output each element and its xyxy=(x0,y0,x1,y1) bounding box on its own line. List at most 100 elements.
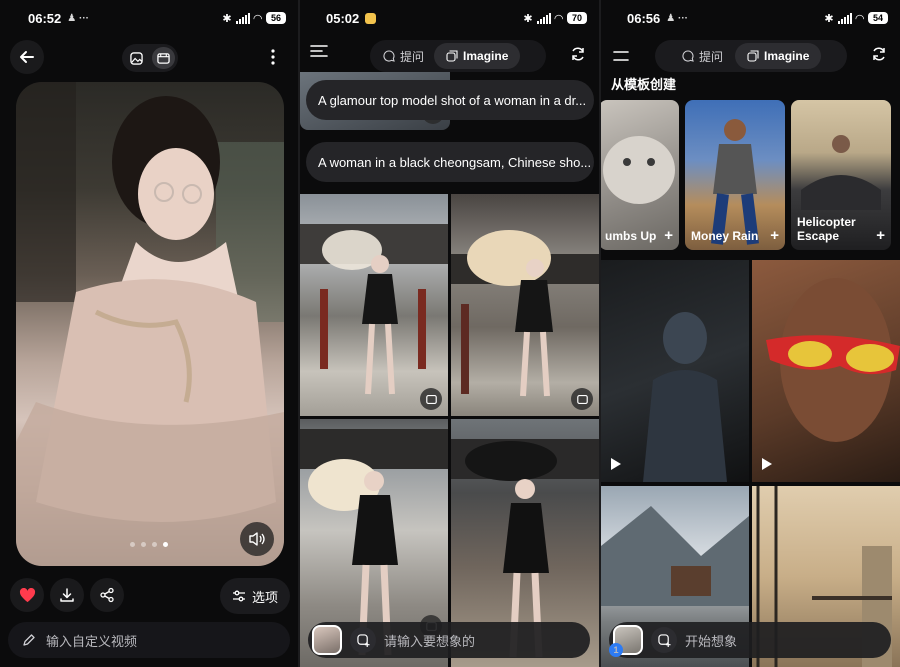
share-button[interactable] xyxy=(90,578,124,612)
image-plus-icon xyxy=(356,633,370,647)
mode-tabs: 提问 Imagine xyxy=(655,40,847,72)
mode-tabs: 提问 Imagine xyxy=(370,40,546,72)
status-time: 05:02 xyxy=(326,10,360,26)
like-button[interactable] xyxy=(10,578,44,612)
status-time: 06:56 xyxy=(627,10,661,26)
menu-icon xyxy=(310,45,328,57)
imagine-results-screen: 05:02 ✱ ◠ 70 提问 Imagine A glamour top mo… xyxy=(300,0,599,667)
mode-video-button[interactable] xyxy=(152,47,175,69)
battery-icon: 54 xyxy=(868,12,888,24)
chat-bubble-icon xyxy=(682,50,694,62)
status-bar: 06:52 ♟ ··· ✱ ◠ 56 xyxy=(0,0,298,36)
tab-imagine[interactable]: Imagine xyxy=(735,43,822,69)
wifi-icon: ◠ xyxy=(253,12,262,25)
reference-thumbnail[interactable] xyxy=(312,625,342,655)
feed-video-sunglasses[interactable] xyxy=(752,260,900,482)
menu-button[interactable] xyxy=(310,44,330,64)
carousel-dot-active[interactable] xyxy=(163,542,168,547)
play-icon[interactable] xyxy=(762,458,772,470)
sound-toggle-button[interactable] xyxy=(240,522,274,556)
woman-in-pink-dress-image xyxy=(16,82,284,566)
status-time: 06:52 xyxy=(28,10,62,26)
wifi-icon: ◠ xyxy=(855,12,864,25)
custom-video-input[interactable]: 输入自定义视频 xyxy=(8,622,290,658)
heart-icon xyxy=(19,587,35,602)
add-template-icon[interactable]: + xyxy=(876,227,885,244)
arrow-left-icon xyxy=(20,51,34,63)
imagine-icon xyxy=(446,50,458,62)
woman-red-sunglasses-image xyxy=(766,278,900,442)
generated-video-preview[interactable] xyxy=(16,82,284,566)
download-button[interactable] xyxy=(50,578,84,612)
carousel-dot[interactable] xyxy=(130,542,135,547)
menu-icon xyxy=(613,51,629,61)
prompt-card[interactable]: A woman in a black cheongsam, Chinese sh… xyxy=(306,142,594,182)
imagine-prompt-input[interactable]: 请输入要想象的 xyxy=(308,622,590,658)
add-image-button[interactable] xyxy=(651,627,677,653)
prompt-text: A glamour top model shot of a woman in a… xyxy=(318,92,587,108)
status-icons: ✱ ◠ 70 xyxy=(523,12,587,25)
film-icon xyxy=(425,394,437,404)
tab-imagine[interactable]: Imagine xyxy=(434,43,521,69)
menu-button[interactable] xyxy=(613,48,629,66)
video-badge xyxy=(571,388,593,410)
status-extra: ♟ ··· xyxy=(666,12,688,24)
bluetooth-icon: ✱ xyxy=(523,12,533,25)
imagine-prompt-input[interactable]: 1 开始想象 xyxy=(609,622,891,658)
options-button[interactable]: 选项 xyxy=(220,578,290,614)
section-title: 从模板创建 xyxy=(611,77,677,92)
sliders-icon xyxy=(232,590,245,602)
tab-imagine-label: Imagine xyxy=(764,49,810,63)
refresh-button[interactable] xyxy=(871,46,887,67)
more-options-button[interactable] xyxy=(256,40,290,74)
refresh-icon xyxy=(873,47,885,61)
download-icon xyxy=(60,588,74,602)
attachment-count-badge: 1 xyxy=(609,643,623,657)
tab-ask-label: 提问 xyxy=(400,49,425,64)
woman-with-umbrella-image xyxy=(451,230,599,397)
pencil-icon xyxy=(23,634,35,646)
template-card-thumbs-up[interactable]: umbs Up + xyxy=(601,100,679,250)
tab-ask[interactable]: 提问 xyxy=(658,48,735,65)
template-card-money-rain[interactable]: Money Rain + xyxy=(685,100,785,250)
reference-thumbnail[interactable]: 1 xyxy=(609,625,643,657)
result-image-2[interactable] xyxy=(451,194,599,416)
template-label: Money Rain xyxy=(691,229,759,243)
film-icon xyxy=(157,52,170,64)
film-icon xyxy=(576,394,588,404)
tab-imagine-label: Imagine xyxy=(463,49,509,63)
status-extra: ♟ ··· xyxy=(67,12,89,24)
more-vertical-icon xyxy=(271,49,275,65)
woman-with-umbrella-image xyxy=(300,224,448,395)
play-icon[interactable] xyxy=(611,458,621,470)
status-icons: ✱ ◠ 54 xyxy=(824,12,888,25)
options-label: 选项 xyxy=(251,589,278,605)
signal-icon xyxy=(536,12,551,24)
custom-video-placeholder: 输入自定义视频 xyxy=(46,633,138,649)
battery-icon: 56 xyxy=(266,12,286,24)
feed-video-robot[interactable] xyxy=(601,260,749,482)
image-icon xyxy=(130,51,143,65)
bluetooth-icon: ✱ xyxy=(824,12,834,25)
add-template-icon[interactable]: + xyxy=(770,227,779,244)
tab-ask-label: 提问 xyxy=(699,49,724,64)
add-template-icon[interactable]: + xyxy=(664,227,673,244)
battery-icon: 70 xyxy=(567,12,587,24)
status-bar: 06:56 ♟ ··· ✱ ◠ 54 xyxy=(601,0,900,36)
back-button[interactable] xyxy=(10,40,44,74)
template-card-helicopter-escape[interactable]: Helicopter Escape + xyxy=(791,100,891,250)
refresh-button[interactable] xyxy=(570,46,586,67)
signal-icon xyxy=(235,12,250,24)
imagine-input-placeholder: 开始想象 xyxy=(685,633,738,649)
carousel-dot[interactable] xyxy=(152,542,157,547)
imagine-input-placeholder: 请输入要想象的 xyxy=(384,633,476,649)
prompt-card[interactable]: A glamour top model shot of a woman in a… xyxy=(306,80,594,120)
result-image-1[interactable] xyxy=(300,194,448,416)
notification-icon xyxy=(365,12,377,24)
tab-ask[interactable]: 提问 xyxy=(373,48,434,65)
media-mode-toggle xyxy=(122,44,178,72)
imagine-icon xyxy=(747,50,759,62)
mode-image-button[interactable] xyxy=(125,47,148,69)
carousel-dot[interactable] xyxy=(141,542,146,547)
add-image-button[interactable] xyxy=(350,627,376,653)
